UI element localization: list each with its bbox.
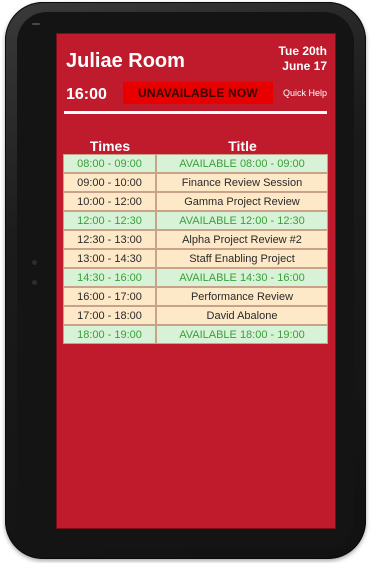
- times-column-header: Times: [89, 138, 131, 154]
- schedule-row[interactable]: 13:00 - 14:30 Staff Enabling Project: [63, 249, 328, 268]
- date-month: June 17: [282, 59, 327, 73]
- schedule-row-title: Performance Review: [156, 287, 328, 306]
- schedule-row-time: 16:00 - 17:00: [63, 287, 156, 306]
- schedule-row-title: AVAILABLE 18:00 - 19:00: [156, 325, 328, 344]
- schedule-row-time: 09:00 - 10:00: [63, 173, 156, 192]
- room-display-screen: Juliae Room Tue 20th June 17 16:00 UNAVA…: [57, 34, 335, 528]
- schedule-row[interactable]: 16:00 - 17:00 Performance Review: [63, 287, 328, 306]
- schedule-row-time: 14:30 - 16:00: [63, 268, 156, 287]
- schedule-row[interactable]: 10:00 - 12:00 Gamma Project Review: [63, 192, 328, 211]
- room-name: Juliae Room: [66, 50, 185, 72]
- schedule-row-time: 13:00 - 14:30: [63, 249, 156, 268]
- date-weekday: Tue 20th: [278, 44, 327, 58]
- schedule-row-title: Gamma Project Review: [156, 192, 328, 211]
- camera-sensor: [32, 23, 40, 25]
- schedule-row-title: AVAILABLE 08:00 - 09:00: [156, 154, 328, 173]
- schedule-row[interactable]: 18:00 - 19:00 AVAILABLE 18:00 - 19:00: [63, 325, 328, 344]
- schedule-row-time: 12:00 - 12:30: [63, 211, 156, 230]
- schedule-row-time: 17:00 - 18:00: [63, 306, 156, 325]
- schedule-row-title: AVAILABLE 14:30 - 16:00: [156, 268, 328, 287]
- side-sensor-dot: [32, 260, 37, 265]
- schedule-row[interactable]: 14:30 - 16:00 AVAILABLE 14:30 - 16:00: [63, 268, 328, 287]
- schedule-table: Times Title 08:00 - 09:00 AVAILABLE 08:00…: [63, 138, 328, 344]
- schedule-row[interactable]: 17:00 - 18:00 David Abalone: [63, 306, 328, 325]
- schedule-rows: 08:00 - 09:00 AVAILABLE 08:00 - 09:00 09:0…: [63, 154, 328, 344]
- schedule-row-time: 12:30 - 13:00: [63, 230, 156, 249]
- schedule-row-title: AVAILABLE 12:00 - 12:30: [156, 211, 328, 230]
- schedule-row-time: 18:00 - 19:00: [63, 325, 156, 344]
- schedule-row[interactable]: 09:00 - 10:00 Finance Review Session: [63, 173, 328, 192]
- title-column-header: Title: [228, 138, 257, 154]
- schedule-row[interactable]: 12:00 - 12:30 AVAILABLE 12:00 - 12:30: [63, 211, 328, 230]
- availability-status-badge: UNAVAILABLE NOW: [123, 82, 273, 104]
- header-divider: [64, 111, 327, 114]
- schedule-row[interactable]: 12:30 - 13:00 Alpha Project Review #2: [63, 230, 328, 249]
- date-display: Tue 20th June 17: [279, 44, 327, 74]
- schedule-row[interactable]: 08:00 - 09:00 AVAILABLE 08:00 - 09:00: [63, 154, 328, 173]
- quick-help-link[interactable]: Quick Help: [283, 88, 327, 98]
- schedule-header-row: Times Title: [63, 138, 328, 154]
- schedule-row-title: Staff Enabling Project: [156, 249, 328, 268]
- side-sensor-dot: [32, 280, 37, 285]
- current-time: 16:00: [66, 86, 107, 103]
- schedule-row-title: Alpha Project Review #2: [156, 230, 328, 249]
- tablet-frame: Juliae Room Tue 20th June 17 16:00 UNAVA…: [5, 2, 366, 559]
- schedule-row-title: Finance Review Session: [156, 173, 328, 192]
- schedule-row-time: 10:00 - 12:00: [63, 192, 156, 211]
- schedule-row-title: David Abalone: [156, 306, 328, 325]
- schedule-row-time: 08:00 - 09:00: [63, 154, 156, 173]
